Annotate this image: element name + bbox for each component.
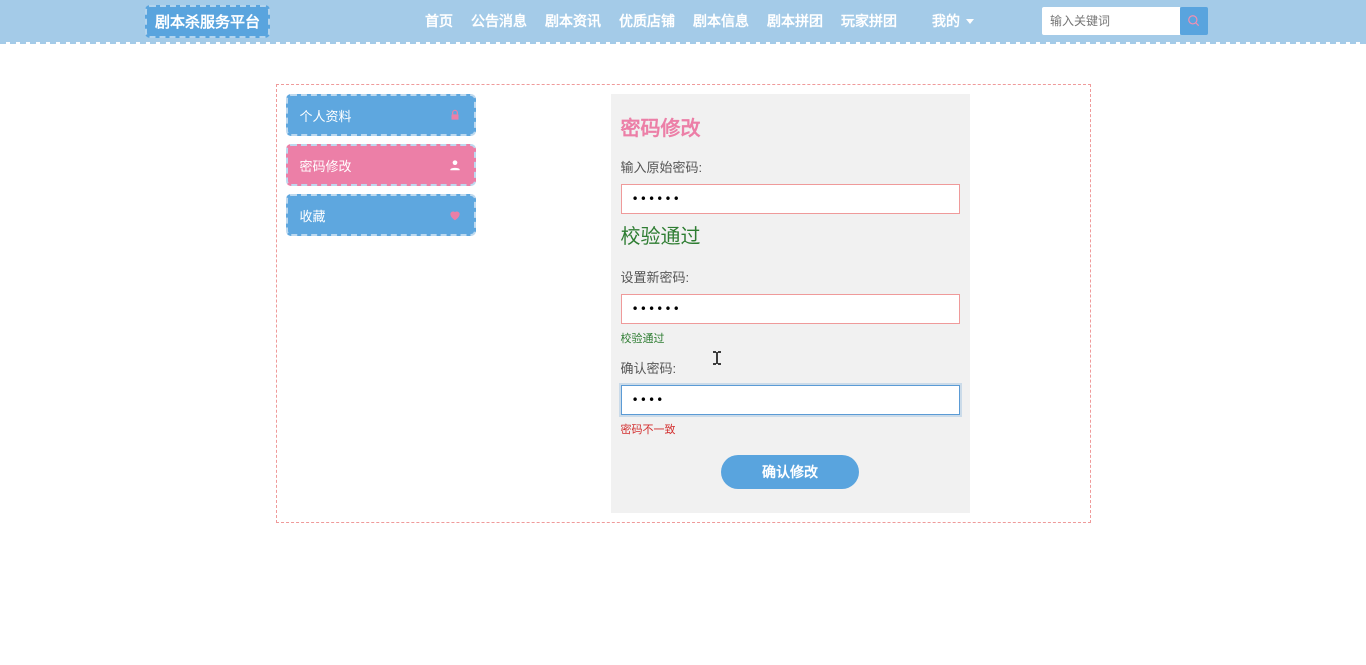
confirm-password-label: 确认密码:	[621, 358, 960, 377]
search-icon	[1187, 14, 1201, 28]
sidebar-item-label: 个人资料	[300, 106, 352, 125]
sidebar-item-profile[interactable]: 个人资料	[286, 94, 476, 136]
nav-scripts[interactable]: 剧本信息	[693, 11, 749, 31]
heart-icon	[448, 208, 462, 222]
original-password-input[interactable]	[621, 184, 960, 214]
search-input[interactable]	[1042, 7, 1180, 35]
sidebar: 个人资料 密码修改 收藏	[286, 94, 476, 513]
sidebar-item-favorites[interactable]: 收藏	[286, 194, 476, 236]
confirm-password-input[interactable]	[621, 385, 960, 415]
password-form: 密码修改 输入原始密码: 校验通过 设置新密码: 校验通过 确认密码: 密码不一…	[611, 94, 970, 513]
search-button[interactable]	[1180, 7, 1208, 35]
original-password-status: 校验通过	[621, 220, 960, 249]
new-password-input[interactable]	[621, 294, 960, 324]
nav-shops[interactable]: 优质店铺	[619, 11, 675, 31]
sidebar-item-label: 收藏	[300, 206, 326, 225]
nav-home[interactable]: 首页	[425, 11, 453, 31]
chevron-down-icon	[966, 19, 974, 24]
lock-icon	[448, 108, 462, 122]
form-title: 密码修改	[621, 112, 960, 141]
nav-group1[interactable]: 剧本拼团	[767, 11, 823, 31]
submit-button[interactable]: 确认修改	[721, 455, 859, 489]
original-password-label: 输入原始密码:	[621, 157, 960, 176]
new-password-label: 设置新密码:	[621, 267, 960, 286]
confirm-password-status: 密码不一致	[621, 421, 960, 437]
sidebar-item-label: 密码修改	[300, 156, 352, 175]
my-dropdown[interactable]: 我的	[932, 11, 974, 31]
content-panel: 个人资料 密码修改 收藏 密码修改 输入原始密码: 校验通过 设置新密码: 校验…	[276, 84, 1091, 523]
sidebar-item-password[interactable]: 密码修改	[286, 144, 476, 186]
nav-group2[interactable]: 玩家拼团	[841, 11, 897, 31]
user-icon	[448, 158, 462, 172]
my-label: 我的	[932, 11, 960, 31]
top-nav: 首页 公告消息 剧本资讯 优质店铺 剧本信息 剧本拼团 玩家拼团	[425, 11, 897, 31]
nav-notice[interactable]: 公告消息	[471, 11, 527, 31]
nav-news[interactable]: 剧本资讯	[545, 11, 601, 31]
brand[interactable]: 剧本杀服务平台	[145, 5, 270, 38]
new-password-status: 校验通过	[621, 330, 960, 346]
